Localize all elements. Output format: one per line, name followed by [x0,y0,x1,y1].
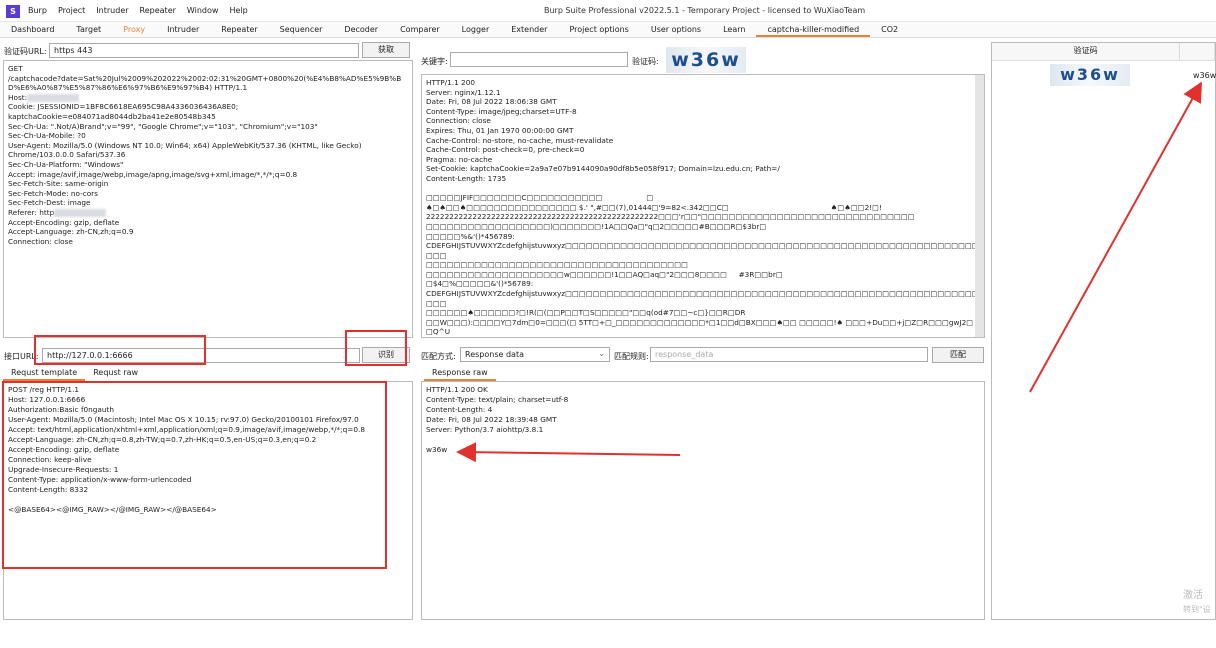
arrow-to-table-result [1029,81,1202,393]
annotation-arrows [456,81,1202,463]
arrow-to-response-result [456,442,681,463]
